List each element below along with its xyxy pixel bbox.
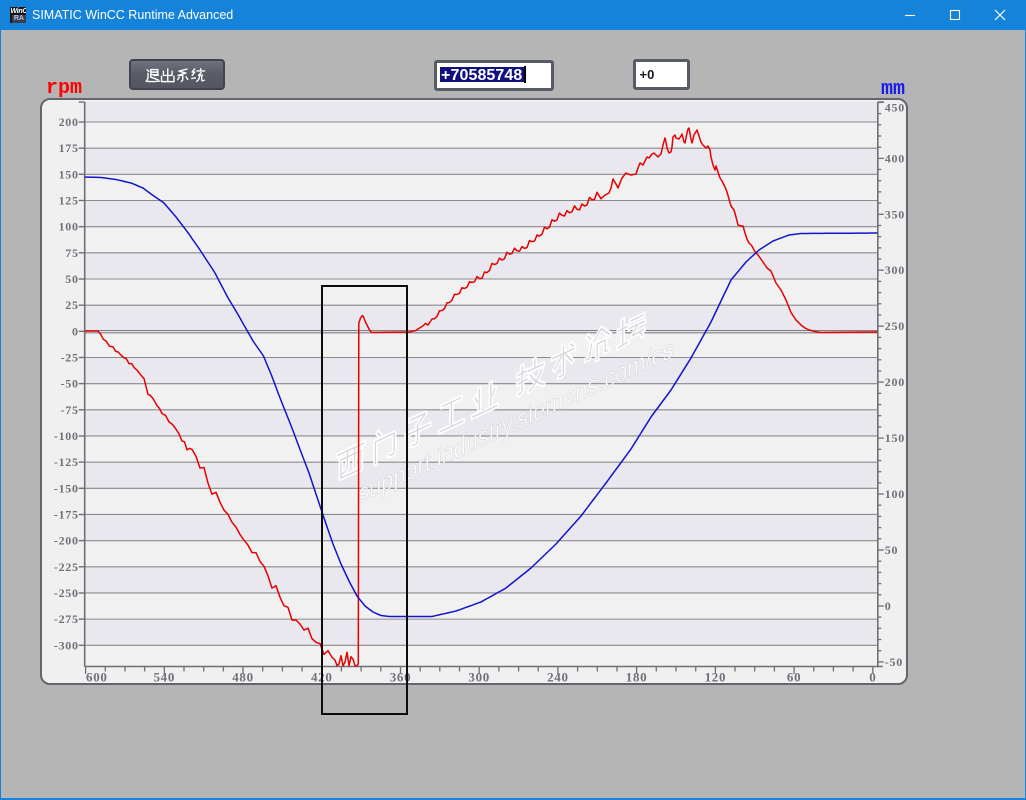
svg-text:-125: -125 [54,455,79,469]
svg-text:0: 0 [72,324,79,338]
svg-text:50: 50 [885,543,898,557]
svg-text:450: 450 [885,100,905,114]
svg-text:300: 300 [885,263,905,277]
svg-text:600: 600 [86,670,108,685]
svg-text:300: 300 [468,670,490,685]
svg-text:-50: -50 [61,377,79,391]
svg-text:-150: -150 [54,481,79,495]
svg-text:400: 400 [885,151,905,165]
svg-text:75: 75 [65,246,78,260]
svg-text:100: 100 [59,220,79,234]
svg-text:120: 120 [705,670,727,685]
svg-text:175: 175 [59,141,79,155]
svg-text:540: 540 [153,670,175,685]
svg-text:-300: -300 [54,638,79,652]
svg-text:-175: -175 [54,508,79,522]
svg-text:350: 350 [885,207,905,221]
svg-text:-50: -50 [885,655,903,669]
svg-text:125: 125 [59,194,79,208]
svg-text:-100: -100 [54,429,79,443]
svg-text:150: 150 [59,167,79,181]
svg-text:250: 250 [885,319,905,333]
svg-text:0: 0 [869,670,876,685]
svg-text:100: 100 [885,487,905,501]
svg-text:50: 50 [65,272,78,286]
svg-text:-250: -250 [54,586,79,600]
svg-text:25: 25 [65,298,78,312]
svg-text:150: 150 [885,431,905,445]
svg-text:-75: -75 [61,403,79,417]
svg-text:200: 200 [59,115,79,129]
svg-text:180: 180 [626,670,648,685]
svg-text:0: 0 [885,599,892,613]
svg-text:200: 200 [885,375,905,389]
svg-text:240: 240 [547,670,569,685]
svg-text:-225: -225 [54,560,79,574]
svg-text:-275: -275 [54,612,79,626]
svg-text:-25: -25 [61,351,79,365]
svg-text:-200: -200 [54,534,79,548]
svg-text:480: 480 [232,670,254,685]
svg-text:60: 60 [787,670,801,685]
